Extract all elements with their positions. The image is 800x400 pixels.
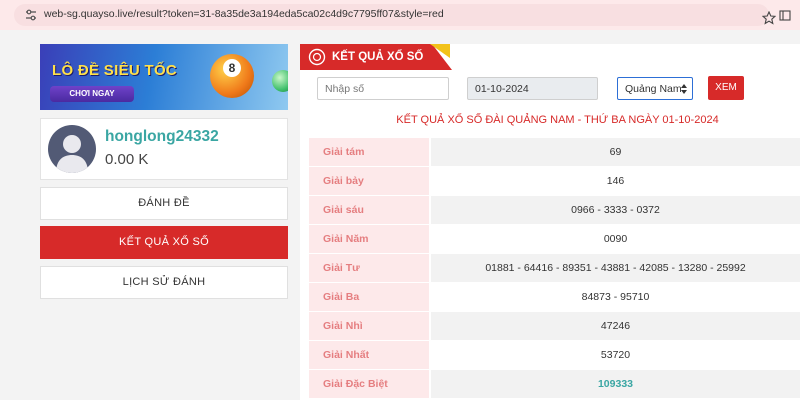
prize-label: Giải Năm: [309, 225, 429, 253]
prize-label: Giải bảy: [309, 167, 429, 195]
prize-value: 146: [606, 175, 625, 187]
table-row: Giải Ba 84873 - 95710: [309, 283, 800, 312]
table-row: Giải bảy 146: [309, 167, 800, 196]
green-ball-icon: [272, 70, 288, 92]
province-select[interactable]: Quảng Nam: [617, 77, 693, 100]
table-row: Giải tám 69: [309, 138, 800, 167]
bookmark-star-icon[interactable]: [762, 11, 776, 25]
prize-label: Giải Ba: [309, 283, 429, 311]
extensions-icon[interactable]: [778, 8, 792, 22]
prize-value: 53720: [600, 349, 631, 361]
table-row: Giải Năm 0090: [309, 225, 800, 254]
prize-label: Giải Nhất: [309, 341, 429, 369]
url-text[interactable]: web-sg.quayso.live/result?token=31-8a35d…: [44, 8, 444, 20]
prize-label: Giải sáu: [309, 196, 429, 224]
play-now-button[interactable]: CHƠI NGAY: [50, 86, 134, 102]
number-search-input[interactable]: [317, 77, 449, 100]
prize-label: Giải Tư: [309, 254, 429, 282]
table-row: Giải Nhì 47246: [309, 312, 800, 341]
ball-number: 8: [223, 59, 241, 77]
view-results-button[interactable]: XEM: [708, 76, 744, 100]
prize-value: 69: [431, 138, 800, 166]
browser-toolbar: web-sg.quayso.live/result?token=31-8a35d…: [0, 0, 800, 30]
table-row: Giải Đặc Biệt 109333: [309, 370, 800, 399]
menu-lottery-results[interactable]: KẾT QUẢ XỔ SỐ: [40, 226, 288, 259]
account-balance: 0.00 K: [105, 151, 149, 168]
banner-title: LÔ ĐỀ SIÊU TỐC: [52, 62, 178, 79]
prize-label: Giải tám: [309, 138, 429, 166]
results-panel: KẾT QUẢ XỔ SỐ Quảng Nam XEM KẾT QUẢ XỔ S…: [300, 44, 800, 400]
special-prize-value: 109333: [431, 370, 800, 398]
prize-label: Giải Đặc Biệt: [309, 370, 429, 398]
table-row: Giải sáu 0966 - 3333 - 0372: [309, 196, 800, 225]
menu-place-bet[interactable]: ĐÁNH ĐỀ: [40, 187, 288, 220]
prize-label: Giải Nhì: [309, 312, 429, 340]
prize-value: 0966 - 3333 - 0372: [431, 196, 800, 224]
promo-banner[interactable]: LÔ ĐỀ SIÊU TỐC CHƠI NGAY 8: [40, 44, 288, 110]
table-row: Giải Nhất 53720: [309, 341, 800, 370]
user-profile-card: honglong24332 0.00 K: [40, 118, 288, 180]
table-row: Giải Tư 01881 - 64416 - 89351 - 43881 - …: [309, 254, 800, 283]
lottery-icon: [308, 48, 326, 66]
results-tab-title: KẾT QUẢ XỔ SỐ: [332, 51, 424, 63]
menu-bet-history[interactable]: LỊCH SỬ ĐÁNH: [40, 266, 288, 299]
province-select-value: Quảng Nam: [625, 83, 682, 95]
prize-value: 47246: [431, 312, 800, 340]
site-settings-icon[interactable]: [24, 8, 38, 22]
select-updown-icon: [681, 84, 687, 94]
avatar: [48, 125, 96, 173]
address-bar[interactable]: web-sg.quayso.live/result?token=31-8a35d…: [14, 4, 776, 26]
user-silhouette-icon: [56, 135, 88, 173]
result-heading: KẾT QUẢ XỔ SỐ ĐÀI QUẢNG NAM - THỨ BA NGÀ…: [396, 114, 719, 126]
prize-value: 01881 - 64416 - 89351 - 43881 - 42085 - …: [431, 254, 800, 282]
username: honglong24332: [105, 128, 219, 145]
prize-value: 84873 - 95710: [581, 291, 650, 303]
date-field[interactable]: [467, 77, 598, 100]
prize-value: 0090: [603, 233, 628, 245]
